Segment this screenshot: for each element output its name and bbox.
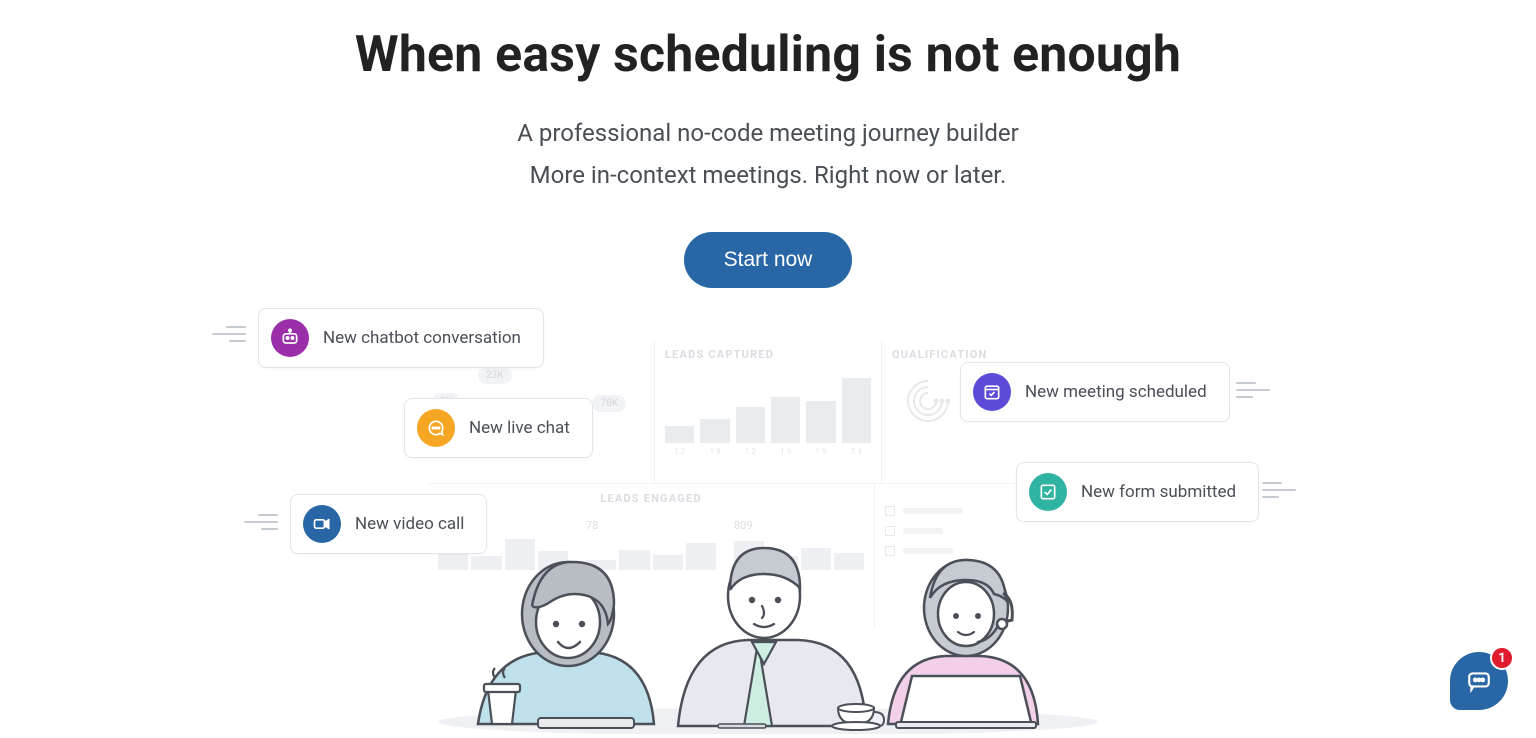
dashboard-panel-leads-captured: LEADS CAPTURED 1.2 1.9 1.2 1.9 1.9 5.4 (655, 340, 882, 483)
hero-subtitle-line2: More in-context meetings. Right now or l… (530, 161, 1007, 189)
calendar-check-icon (973, 373, 1011, 411)
notification-label: New video call (355, 514, 464, 534)
hero-illustration: VISITORS 15M 23K 78K 345K 6K LEADS CAPTU… (0, 330, 1536, 730)
panel-title-qualification: QUALIFICATION (892, 348, 1098, 361)
leads-captured-bars (665, 371, 871, 443)
notification-card-livechat: New live chat (404, 398, 593, 458)
decor-lines-icon (1236, 382, 1270, 400)
start-now-button[interactable]: Start now (684, 232, 853, 288)
notification-label: New meeting scheduled (1025, 382, 1207, 402)
notification-card-form: New form submitted (1016, 462, 1259, 522)
decor-lines-icon (212, 326, 246, 344)
decor-lines-icon (1262, 482, 1296, 500)
chat-icon (1466, 668, 1492, 694)
hero-subtitle-line1: A professional no-code meeting journey b… (517, 119, 1018, 147)
notification-card-meeting: New meeting scheduled (960, 362, 1230, 422)
notification-card-videocall: New video call (290, 494, 487, 554)
decor-lines-icon (244, 514, 278, 532)
hero-title: When easy scheduling is not enough (0, 26, 1536, 84)
leads-captured-ticks: 1.2 1.9 1.2 1.9 1.9 5.4 (665, 447, 871, 456)
form-check-icon (1029, 473, 1067, 511)
people-illustration (418, 474, 1118, 738)
visitors-chip: 23K (478, 367, 512, 384)
panel-title-leads-captured: LEADS CAPTURED (665, 348, 871, 361)
video-camera-icon (303, 505, 341, 543)
notification-card-chatbot: New chatbot conversation (258, 308, 544, 368)
hero-subtitle: A professional no-code meeting journey b… (0, 112, 1536, 196)
chat-widget-button[interactable]: 1 (1450, 652, 1508, 710)
chat-notification-badge: 1 (1490, 646, 1514, 670)
chat-bubble-icon (417, 409, 455, 447)
notification-label: New live chat (469, 418, 570, 438)
visitors-chip: 78K (592, 395, 626, 412)
notification-label: New form submitted (1081, 482, 1236, 502)
chatbot-icon (271, 319, 309, 357)
notification-label: New chatbot conversation (323, 328, 521, 348)
